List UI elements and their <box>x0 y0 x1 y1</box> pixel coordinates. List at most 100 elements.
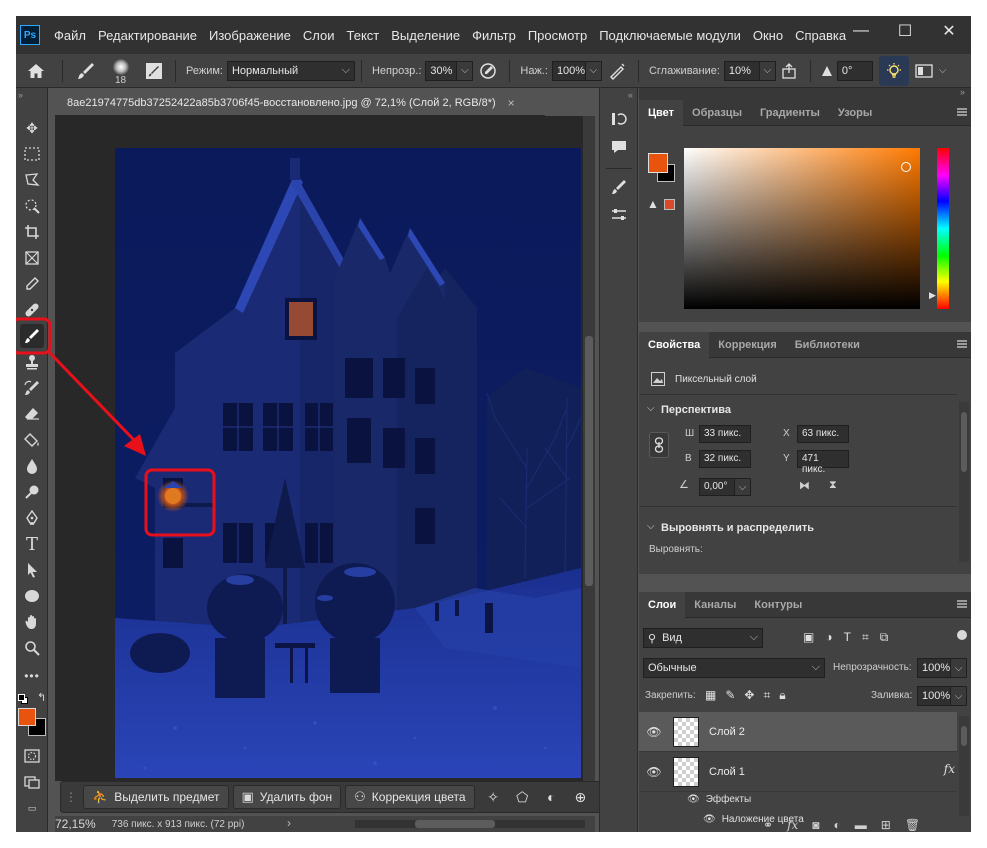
adjustment-layer-icon[interactable]: ◐ <box>834 818 841 832</box>
zoom-level[interactable]: 72,15% <box>55 817 96 831</box>
lock-pixels-icon[interactable]: ✎ <box>725 688 735 703</box>
y-input[interactable]: 471 пикс. <box>797 450 849 475</box>
width-input[interactable]: 33 пикс. <box>699 425 751 443</box>
layer-opacity-label: Непрозрачность: <box>833 662 912 673</box>
lock-all-icon[interactable]: 🔒︎ <box>779 688 785 703</box>
tab-patterns[interactable]: Узоры <box>829 100 881 126</box>
adjustments-icon[interactable] <box>608 204 630 226</box>
link-icon[interactable] <box>649 432 669 458</box>
tab-properties[interactable]: Свойства <box>639 331 710 358</box>
foreground-color-swatch[interactable] <box>648 153 668 173</box>
horizontal-scrollbar[interactable] <box>355 820 585 828</box>
lock-artboard-icon[interactable]: ⌗ <box>763 688 770 703</box>
expand-icon[interactable]: « <box>628 90 633 100</box>
eye-icon[interactable]: 👁︎ <box>639 765 669 779</box>
color-picker-cursor[interactable] <box>901 162 911 172</box>
fill-dropdown[interactable]: ⌵ <box>951 686 967 706</box>
fx-icon[interactable]: fx <box>787 818 798 832</box>
eye-icon[interactable]: 👁︎ <box>687 794 700 805</box>
gamut-warning-icon[interactable]: ▲ <box>647 197 659 211</box>
color-panel: Цвет Образцы Градиенты Узоры ▲ ▶ <box>639 99 971 322</box>
x-input[interactable]: 63 пикс. <box>797 425 849 443</box>
sparkle-icon[interactable]: ✧ <box>479 789 508 806</box>
panel-header-strip: » <box>639 87 971 100</box>
lock-transparency-icon[interactable]: ▦ <box>705 688 716 703</box>
new-group-icon[interactable]: ▬ <box>855 818 867 832</box>
comments-icon[interactable] <box>608 136 630 158</box>
panel-menu-icon[interactable] <box>957 600 967 608</box>
filter-toggle[interactable] <box>957 630 967 640</box>
flip-horizontal-icon[interactable]: ⧓ <box>799 479 810 492</box>
color-field[interactable] <box>684 148 920 309</box>
scroll-thumb[interactable] <box>961 726 967 746</box>
transform-icon[interactable]: ⬠ <box>508 789 537 806</box>
tab-libraries[interactable]: Библиотеки <box>786 332 869 358</box>
properties-scrollbar[interactable] <box>959 402 969 562</box>
flip-vertical-icon[interactable]: ⧗ <box>829 479 837 492</box>
select-subject-button[interactable]: ⛹ Выделить предмет <box>83 785 229 809</box>
tab-gradients[interactable]: Градиенты <box>751 100 829 126</box>
layer-opacity-dropdown[interactable]: ⌵ <box>951 658 967 678</box>
layer-row[interactable]: 👁︎ Слой 2 <box>639 712 957 752</box>
lock-position-icon[interactable]: ✥ <box>744 688 754 703</box>
layer-row[interactable]: 👁︎ Слой 1 fx <box>639 752 957 792</box>
hue-slider-handle[interactable]: ▶ <box>929 290 936 301</box>
scroll-thumb[interactable] <box>961 412 967 472</box>
add-mask-icon[interactable]: ◙ <box>812 818 819 832</box>
effects-row[interactable]: 👁︎ Эффекты <box>687 794 751 805</box>
type-filter-icon[interactable]: T <box>844 630 851 645</box>
rotation-input[interactable]: 0,00° <box>699 478 735 496</box>
status-menu-arrow[interactable]: › <box>287 816 291 830</box>
collapse-icon[interactable]: » <box>960 87 965 97</box>
panel-menu-icon[interactable] <box>957 340 967 348</box>
shape-filter-icon[interactable]: ⌗ <box>862 630 869 645</box>
adjustment-filter-icon[interactable]: ◑ <box>825 630 832 645</box>
tab-paths[interactable]: Контуры <box>745 592 811 618</box>
eye-icon[interactable]: 👁︎ <box>639 725 669 739</box>
layer-name[interactable]: Слой 2 <box>709 726 745 738</box>
link-layers-icon[interactable]: ⚭ <box>763 818 773 832</box>
new-layer-icon[interactable]: ⊞ <box>881 818 891 832</box>
add-image-icon[interactable]: ⊕ <box>566 789 595 806</box>
layers-scrollbar[interactable] <box>959 716 969 816</box>
tab-color[interactable]: Цвет <box>639 99 684 126</box>
drag-handle-icon[interactable]: ⋮ <box>65 790 77 804</box>
properties-panel-tabs: Свойства Коррекция Библиотеки <box>639 331 971 358</box>
tab-adjustments[interactable]: Коррекция <box>709 332 785 358</box>
gamut-color-swatch[interactable] <box>664 199 675 210</box>
smart-object-filter-icon[interactable]: ⧉ <box>880 630 889 645</box>
align-section-title[interactable]: Выровнять и распределить <box>661 522 814 534</box>
blend-mode-value: Обычные <box>648 662 697 674</box>
layer-filter-select[interactable]: ⚲ Вид ⌵ <box>643 628 763 648</box>
fx-icon[interactable]: fx <box>944 762 955 776</box>
tab-layers[interactable]: Слои <box>639 591 686 618</box>
layer-opacity-input[interactable]: 100% <box>917 658 951 678</box>
right-panels: » Цвет Образцы Градиенты Узоры ▲ ▶ Свойс… <box>639 87 971 832</box>
properties-panel: Свойства Коррекция Библиотеки Пиксельный… <box>639 331 971 574</box>
height-input[interactable]: 32 пикс. <box>699 450 751 468</box>
tab-channels[interactable]: Каналы <box>685 592 745 618</box>
color-correction-button[interactable]: ⚇ Коррекция цвета <box>345 785 475 809</box>
fill-input[interactable]: 100% <box>917 686 951 706</box>
layer-type-label: Пиксельный слой <box>675 374 757 385</box>
brush-settings-icon[interactable] <box>608 176 630 198</box>
layer-name[interactable]: Слой 1 <box>709 766 745 778</box>
transform-section-title[interactable]: Перспектива <box>661 404 731 416</box>
trash-icon[interactable]: 🗑︎ <box>905 818 920 832</box>
adjustment-icon[interactable]: ◐ <box>537 789 566 805</box>
effects-label: Эффекты <box>705 794 752 805</box>
rotation-dropdown[interactable]: ⌵ <box>735 478 751 496</box>
chevron-down-icon[interactable]: ⌵ <box>647 403 655 414</box>
hue-slider[interactable] <box>937 148 949 309</box>
panel-menu-icon[interactable] <box>957 108 967 116</box>
remove-background-button[interactable]: ▣ Удалить фон <box>232 785 342 809</box>
height-label: В <box>685 453 692 464</box>
history-icon[interactable] <box>608 108 630 130</box>
tab-swatches[interactable]: Образцы <box>683 100 751 126</box>
chevron-down-icon: ⌵ <box>811 661 820 673</box>
image-filter-icon[interactable]: ▣ <box>803 630 814 645</box>
contextual-task-bar: ⋮ ⛹ Выделить предмет ▣ Удалить фон ⚇ Кор… <box>60 781 625 813</box>
scroll-thumb[interactable] <box>415 820 495 828</box>
chevron-down-icon[interactable]: ⌵ <box>647 521 655 532</box>
blend-mode-select[interactable]: Обычные ⌵ <box>643 658 825 678</box>
